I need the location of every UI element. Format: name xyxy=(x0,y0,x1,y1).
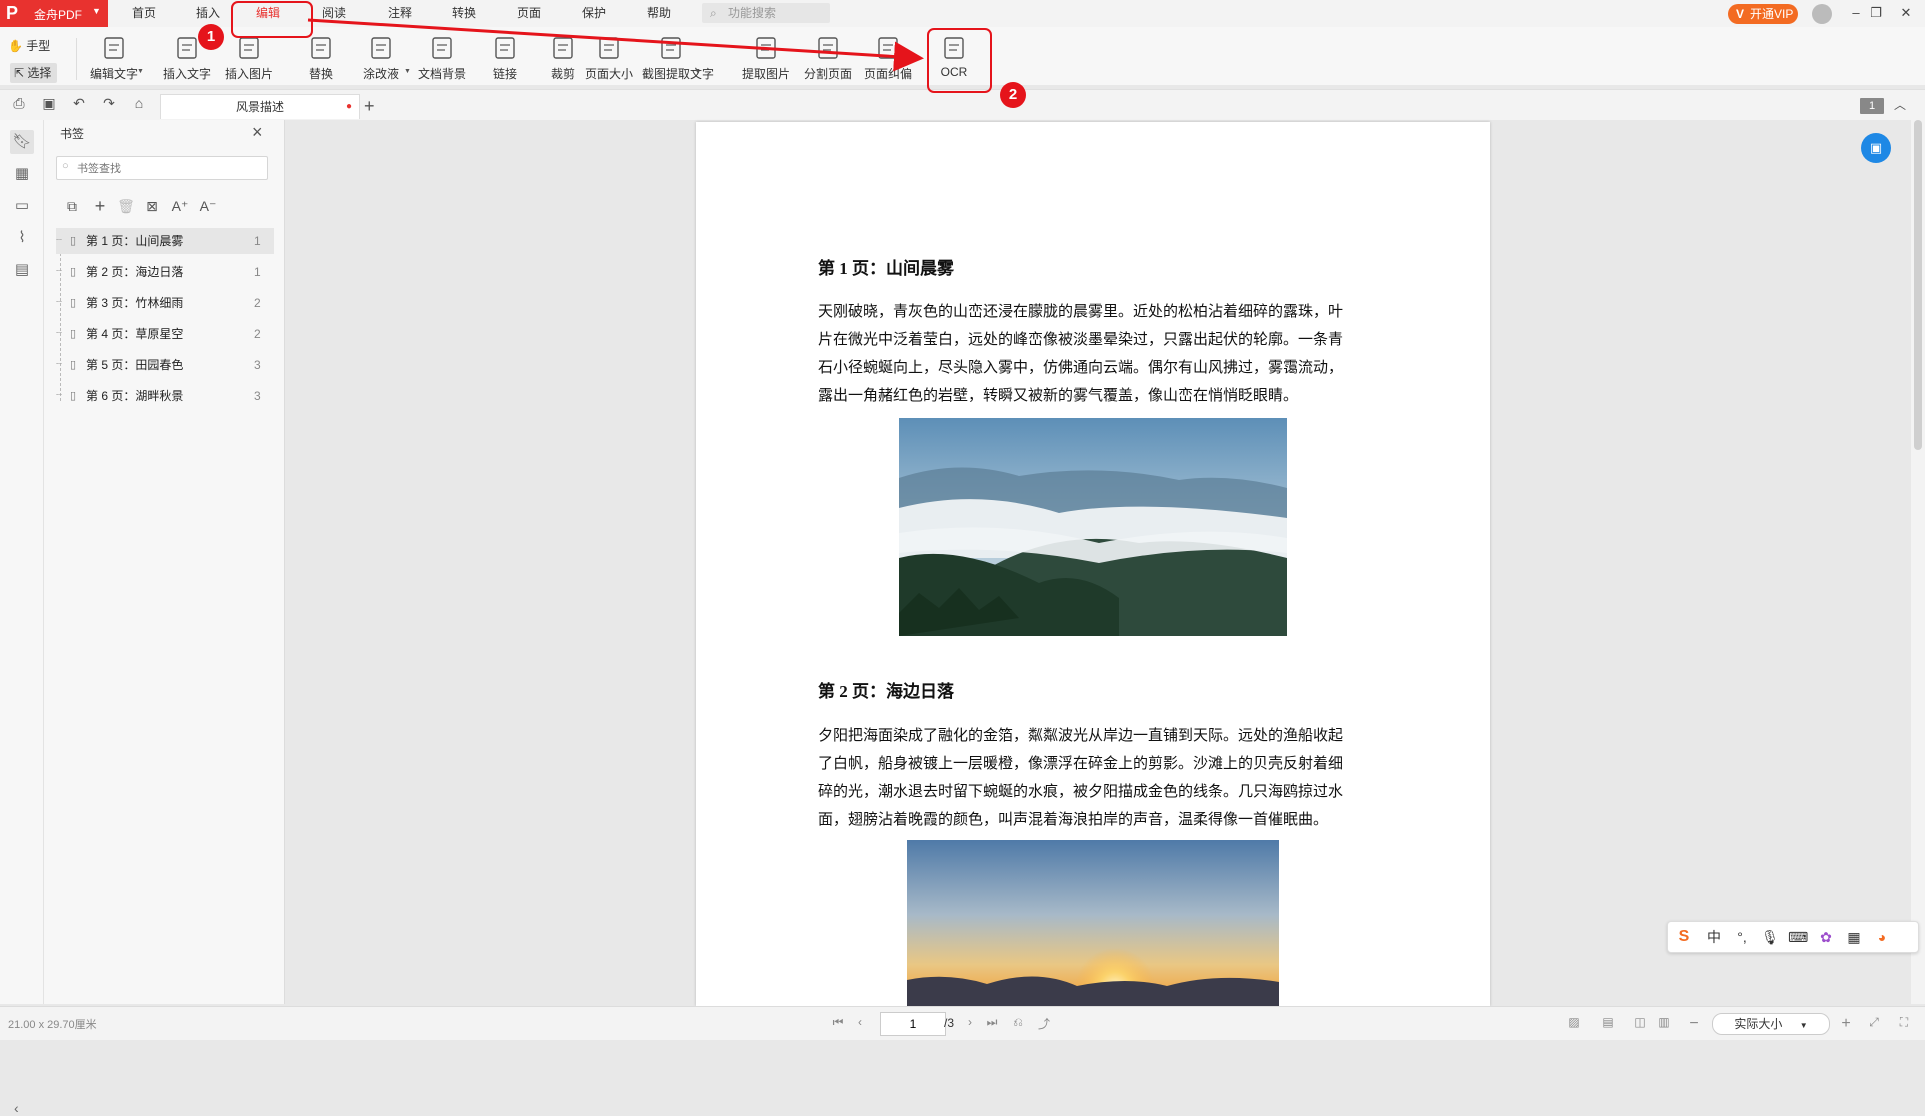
paragraph-line: 了白帆，船身被镀上一层暖橙，像漂浮在碎金上的剪影。沙滩上的贝壳反射着细 xyxy=(818,756,1344,772)
bookmark-panel: 书签 × ○ ⧉ + 🗑︎ ⊠ A⁺ A⁻ ┄ ▯ 第 1 页：山间晨雾 1 ┄ ▯ 第 2… xyxy=(44,120,285,1004)
bookmark-page: 1 xyxy=(254,265,261,279)
bookmark-panel-icon[interactable]: 🔖︎ xyxy=(10,130,34,154)
bookmark-icon: ▯ xyxy=(70,359,77,371)
bookmark-item[interactable]: ┄ ▯ 第 3 页：竹林细雨 2 xyxy=(56,290,274,316)
section-heading: 第 2 页：海边日落 xyxy=(818,682,954,701)
tree-branch-icon: ┄ xyxy=(56,328,63,339)
expand-all-icon[interactable]: ⧉ xyxy=(62,196,82,216)
close-icon[interactable]: × xyxy=(252,122,263,143)
chevron-down-icon: ▼ xyxy=(1799,1021,1808,1030)
skin-icon[interactable]: ✿ xyxy=(1816,927,1836,947)
zoom-out-icon[interactable]: − xyxy=(1686,1015,1702,1033)
bookmark-label: 第 1 页：山间晨雾 xyxy=(86,234,184,248)
tree-branch-icon: ┄ xyxy=(56,297,63,308)
fit-screen-icon[interactable]: ⤢ xyxy=(1866,1015,1882,1030)
bookmark-label: 第 3 页：竹林细雨 xyxy=(86,296,184,310)
delete-all-icon[interactable]: ⊠ xyxy=(142,196,162,216)
float-tool-icon[interactable]: ▣ xyxy=(1861,133,1891,163)
bookmark-page: 2 xyxy=(254,296,261,310)
delete-bookmark-icon[interactable]: 🗑︎ xyxy=(116,196,136,216)
bookmark-icon: ▯ xyxy=(70,390,77,402)
bookmark-item[interactable]: ┄ ▯ 第 1 页：山间晨雾 1 xyxy=(56,228,274,254)
section-paragraph: 天刚破晓，青灰色的山峦还浸在朦胧的晨雾里。近处的松柏沾着细碎的露珠，叶 片在微光… xyxy=(818,298,1374,410)
paragraph-line: 石小径蜿蜒向上，尽头隐入雾中，仿佛通向云端。偶尔有山风拂过，雾霭流动， xyxy=(818,360,1344,376)
tree-branch-icon: ┄ xyxy=(56,266,63,277)
bookmark-icon: ▯ xyxy=(70,328,77,340)
keyboard-icon[interactable]: ⌨ xyxy=(1788,927,1808,947)
bookmark-label: 第 4 页：草原星空 xyxy=(86,327,184,341)
paragraph-line: 露出一角赭红色的岩壁，转瞬又被新的雾气覆盖，像山峦在悄悄眨眼睛。 xyxy=(818,388,1299,404)
sunset-image xyxy=(907,840,1279,1006)
page-layout-icon[interactable]: ▤ xyxy=(1600,1015,1616,1029)
bookmark-icon: ▯ xyxy=(70,297,77,309)
paragraph-line: 天刚破晓，青灰色的山峦还浸在朦胧的晨雾里。近处的松柏沾着细碎的露珠，叶 xyxy=(818,304,1344,320)
previous-view-icon[interactable]: ⎌ xyxy=(1010,1015,1026,1030)
arrow-annotation xyxy=(307,18,924,72)
section-heading: 第 1 页：山间晨雾 xyxy=(818,259,954,278)
bookmark-search[interactable]: ○ xyxy=(56,156,268,180)
punctuation-icon[interactable]: °, xyxy=(1732,927,1752,947)
bookmark-page: 1 xyxy=(254,234,261,248)
pdf-page: 第 1 页：山间晨雾 天刚破晓，青灰色的山峦还浸在朦胧的晨雾里。近处的松柏沾着细… xyxy=(696,122,1490,1006)
microphone-icon[interactable]: 🎙︎ xyxy=(1760,927,1780,947)
last-page-icon[interactable]: ⏭ xyxy=(984,1015,1000,1030)
bookmark-search-input[interactable] xyxy=(75,159,259,179)
paragraph-line: 片在微光中泛着莹白，远处的峰峦像被淡墨晕染过，只露出起伏的轮廓。一条青 xyxy=(818,332,1344,348)
attachment-icon[interactable]: ⌇ xyxy=(10,226,34,250)
view-mode-icon[interactable]: ◫ xyxy=(1632,1015,1648,1029)
vertical-scrollbar[interactable] xyxy=(1911,120,1925,1004)
prev-page-icon[interactable]: ‹ xyxy=(852,1015,868,1029)
mountain-mist-image xyxy=(899,418,1287,636)
bookmark-label: 第 5 页：田园春色 xyxy=(86,358,184,372)
font-smaller-icon[interactable]: A⁻ xyxy=(198,196,218,216)
page-number-input[interactable] xyxy=(880,1012,946,1036)
tree-branch-icon: ┄ xyxy=(56,390,63,401)
ime-mode[interactable]: 中 xyxy=(1704,927,1724,947)
section-paragraph: 夕阳把海面染成了融化的金箔，粼粼波光从岸边一直铺到天际。远处的渔船收起 了白帆，… xyxy=(818,722,1374,834)
next-page-icon[interactable]: › xyxy=(962,1015,978,1029)
thumbnail-icon[interactable]: ▦ xyxy=(10,162,34,186)
bookmark-page: 2 xyxy=(254,327,261,341)
bookmark-icon: ▯ xyxy=(70,266,77,278)
fullscreen-icon[interactable]: ⛶ xyxy=(1896,1015,1912,1030)
paragraph-line: 面，翅膀沾着晚霞的颜色，叫声混着海浪拍岸的声音，温柔得像一首催眠曲。 xyxy=(818,812,1329,828)
scrollbar-thumb[interactable] xyxy=(1914,120,1922,450)
font-larger-icon[interactable]: A⁺ xyxy=(170,196,190,216)
search-icon: ○ xyxy=(62,160,69,172)
bookmark-page: 3 xyxy=(254,389,261,403)
status-bar: 21.00 x 29.70厘米 ⏮ ‹ /3 › ⏭ ⎌ ⤴ ▨ ▤ ◫ ▥ −… xyxy=(0,1006,1925,1040)
bookmark-item[interactable]: ┄ ▯ 第 5 页：田园春色 3 xyxy=(56,352,274,378)
collapse-left-icon[interactable]: ‹ xyxy=(14,1100,19,1116)
signature-icon[interactable]: ▤ xyxy=(10,258,34,282)
ime-logo-icon[interactable]: S xyxy=(1674,927,1694,947)
ime-extra-icon[interactable]: ◕ xyxy=(1872,927,1892,947)
bookmark-item[interactable]: ┄ ▯ 第 4 页：草原星空 2 xyxy=(56,321,274,347)
bookmark-label: 第 2 页：海边日落 xyxy=(86,265,184,279)
paragraph-line: 夕阳把海面染成了融化的金箔，粼粼波光从岸边一直铺到天际。远处的渔船收起 xyxy=(818,728,1344,744)
zoom-in-icon[interactable]: + xyxy=(1838,1015,1854,1033)
zoom-value: 实际大小 xyxy=(1734,1017,1783,1031)
bookmark-item[interactable]: ┄ ▯ 第 6 页：湖畔秋景 3 xyxy=(56,383,274,409)
bookmark-icon: ▯ xyxy=(70,235,77,247)
ime-toolbar: S 中 °, 🎙︎ ⌨ ✿ ▦ ◕ xyxy=(1667,921,1919,953)
left-rail: 🔖︎ ▦ ▭ ⌇ ▤ ‹ xyxy=(0,120,44,1116)
page-size-readout: 21.00 x 29.70厘米 xyxy=(8,1019,97,1031)
add-bookmark-icon[interactable]: + xyxy=(90,196,110,216)
paragraph-line: 碎的光，潮水退去时留下蜿蜒的水痕，被夕阳描成金色的线条。几只海鸥掠过水 xyxy=(818,784,1344,800)
zoom-select[interactable]: 实际大小 ▼ xyxy=(1712,1013,1830,1035)
tree-branch-icon: ┄ xyxy=(56,235,63,246)
bookmark-label: 第 6 页：湖畔秋景 xyxy=(86,389,184,403)
toolbox-icon[interactable]: ▦ xyxy=(1844,927,1864,947)
bookmark-panel-title: 书签 xyxy=(60,127,85,141)
tree-branch-icon: ┄ xyxy=(56,359,63,370)
bookmark-item[interactable]: ┄ ▯ 第 2 页：海边日落 1 xyxy=(56,259,274,285)
bookmark-page: 3 xyxy=(254,358,261,372)
first-page-icon[interactable]: ⏮ xyxy=(830,1015,846,1030)
fullscreen-view-icon[interactable]: ▥ xyxy=(1656,1015,1672,1029)
page-total: /3 xyxy=(944,1016,955,1030)
comment-icon[interactable]: ▭ xyxy=(10,194,34,218)
fit-mode-icon[interactable]: ▨ xyxy=(1566,1015,1582,1029)
next-view-icon[interactable]: ⤴ xyxy=(1036,1015,1052,1032)
